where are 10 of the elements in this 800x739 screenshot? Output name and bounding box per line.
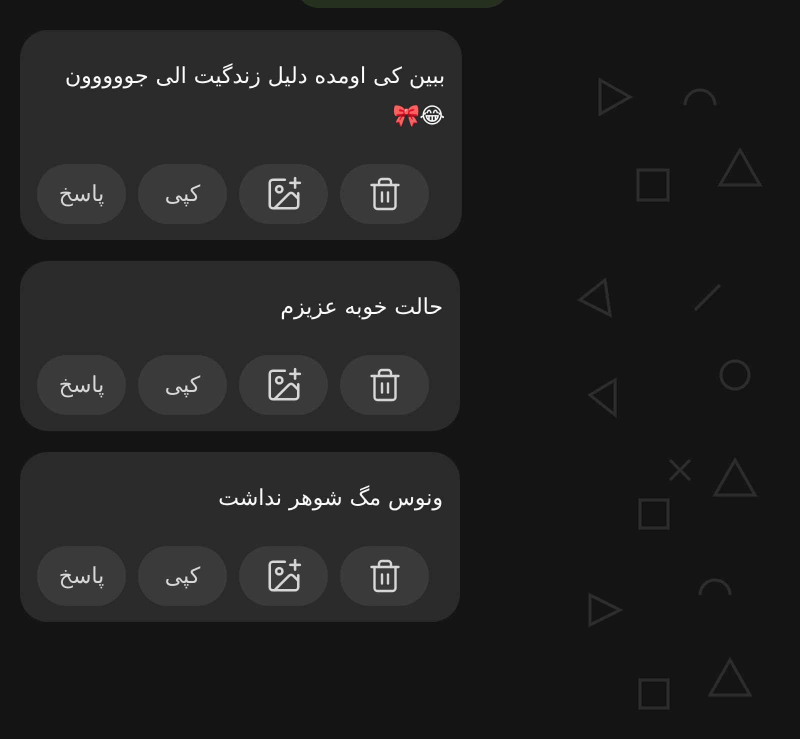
- action-button[interactable]: کپی: [138, 355, 227, 415]
- message-text: ببین کی اومده دلیل زندگیت الی جووووون: [65, 62, 446, 91]
- action-button[interactable]: کپی: [138, 546, 227, 606]
- action-button[interactable]: پاسخ: [37, 164, 126, 224]
- message-text: 😂🎀: [391, 103, 446, 131]
- action-button[interactable]: پاسخ: [37, 546, 126, 606]
- action-button[interactable]: پاسخ: [37, 355, 126, 415]
- action-button[interactable]: کپی: [138, 164, 227, 224]
- message-text: ونوس مگ شوهر نداشت: [217, 484, 443, 513]
- message-text: حالت خوبه عزیزم: [279, 294, 443, 322]
